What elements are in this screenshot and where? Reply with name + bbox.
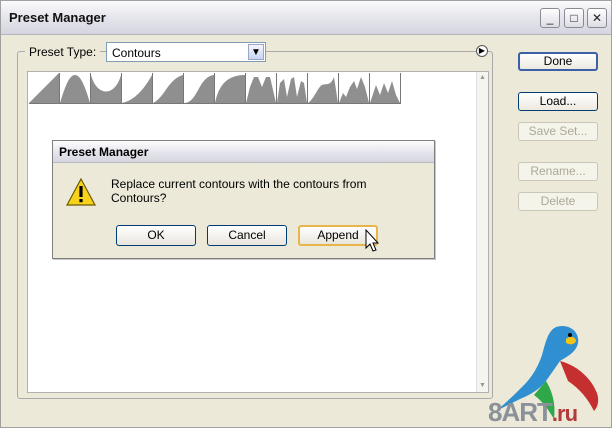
contour-thumbnail[interactable] bbox=[246, 73, 277, 104]
preset-type-select[interactable]: Contours ▼ bbox=[106, 42, 266, 62]
contour-thumbnail[interactable] bbox=[277, 73, 308, 104]
rename-button[interactable]: Rename... bbox=[518, 162, 598, 181]
contour-thumbnail[interactable] bbox=[60, 73, 91, 104]
watermark-text: 8ART.ru bbox=[488, 397, 578, 428]
minimize-button[interactable]: _ bbox=[540, 8, 560, 28]
dialog-title: Preset Manager bbox=[59, 145, 149, 159]
contour-thumbnail[interactable] bbox=[91, 73, 122, 104]
watermark-brand: 8ART bbox=[488, 397, 553, 427]
warning-icon bbox=[66, 178, 96, 206]
contour-shape-icon bbox=[308, 77, 338, 103]
contour-shape-icon bbox=[339, 77, 369, 103]
contour-thumbnail[interactable] bbox=[339, 73, 370, 104]
contour-thumbnail[interactable] bbox=[370, 73, 401, 104]
contour-shape-icon bbox=[29, 73, 59, 103]
contour-shape-icon bbox=[215, 75, 245, 103]
close-button[interactable]: ✕ bbox=[587, 8, 607, 28]
contour-shape-icon bbox=[277, 77, 307, 103]
contour-thumbnail[interactable] bbox=[122, 73, 153, 104]
contour-shape-icon bbox=[153, 75, 183, 103]
contour-thumbnail[interactable] bbox=[29, 73, 60, 104]
window-title: Preset Manager bbox=[9, 10, 106, 25]
contour-shape-icon bbox=[184, 75, 214, 103]
dialog-message: Replace current contours with the contou… bbox=[111, 177, 367, 205]
contour-thumbnail[interactable] bbox=[308, 73, 339, 104]
delete-button[interactable]: Delete bbox=[518, 192, 598, 211]
contour-shape-icon bbox=[246, 77, 276, 103]
maximize-button[interactable]: □ bbox=[564, 8, 584, 28]
contour-thumbnail[interactable] bbox=[184, 73, 215, 104]
contour-thumbnails bbox=[29, 73, 401, 104]
preset-type-value: Contours bbox=[112, 46, 161, 60]
preset-type-label: Preset Type: bbox=[25, 45, 101, 59]
chevron-down-icon[interactable]: ▼ bbox=[248, 44, 264, 60]
contour-thumbnail[interactable] bbox=[153, 73, 184, 104]
done-button[interactable]: Done bbox=[518, 52, 598, 71]
load-button[interactable]: Load... bbox=[518, 92, 598, 111]
contour-shape-icon bbox=[370, 81, 400, 103]
watermark-tld: .ru bbox=[551, 401, 578, 426]
contour-shape-icon bbox=[91, 75, 121, 103]
save-set-button[interactable]: Save Set... bbox=[518, 122, 598, 141]
contour-thumbnail[interactable] bbox=[215, 73, 246, 104]
panel-menu-arrow-icon[interactable]: ▶ bbox=[476, 45, 488, 57]
ok-button[interactable]: OK bbox=[116, 225, 196, 246]
preset-manager-window: Preset Manager _ □ ✕ Preset Type: Contou… bbox=[0, 0, 612, 428]
contour-shape-icon bbox=[60, 75, 90, 103]
scroll-up-icon[interactable]: ▲ bbox=[477, 72, 488, 84]
contour-shape-icon bbox=[122, 75, 152, 103]
mouse-pointer-icon bbox=[365, 229, 379, 252]
dialog-title-bar[interactable]: Preset Manager bbox=[53, 141, 434, 163]
title-bar[interactable]: Preset Manager _ □ ✕ bbox=[1, 1, 611, 35]
cancel-button[interactable]: Cancel bbox=[207, 225, 287, 246]
